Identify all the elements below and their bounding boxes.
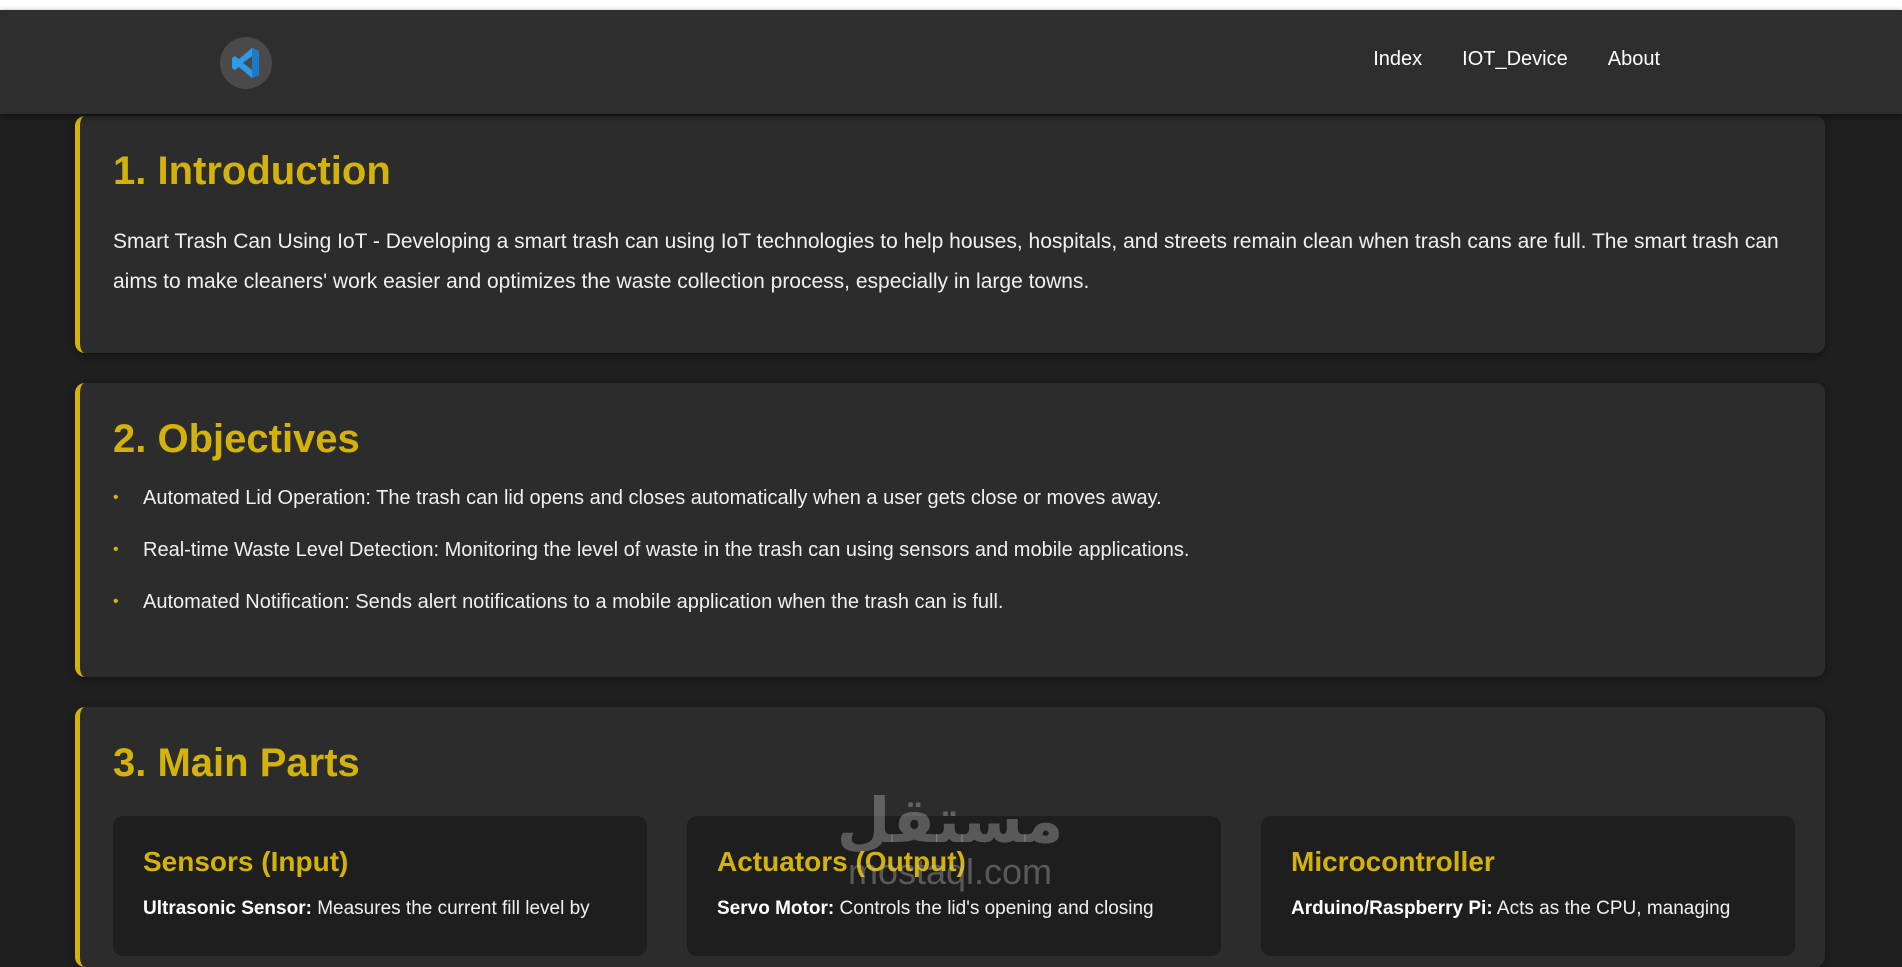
part-card-text: Servo Motor: Controls the lid's opening … xyxy=(717,898,1191,920)
introduction-section: 1. Introduction Smart Trash Can Using Io… xyxy=(75,116,1825,353)
list-item: • Real-time Waste Level Detection: Monito… xyxy=(113,538,1785,562)
part-term: Servo Motor: xyxy=(717,898,835,919)
nav-link-index[interactable]: Index xyxy=(1373,48,1422,71)
part-desc: Controls the lid's opening and closing xyxy=(839,898,1154,919)
introduction-heading: 1. Introduction xyxy=(113,149,391,193)
part-card-text: Arduino/Raspberry Pi: Acts as the CPU, m… xyxy=(1291,898,1765,920)
part-desc: Acts as the CPU, managing xyxy=(1496,898,1731,919)
objective-text: Real-time Waste Level Detection: Monitor… xyxy=(143,539,1190,561)
objective-text: Automated Notification: Sends alert noti… xyxy=(143,591,1004,613)
list-item: • Automated Lid Operation: The trash can … xyxy=(113,486,1785,510)
bullet-icon: • xyxy=(113,489,119,506)
objectives-list: • Automated Lid Operation: The trash can … xyxy=(113,486,1785,614)
objective-text: Automated Lid Operation: The trash can l… xyxy=(143,487,1162,509)
part-card-microcontroller: Microcontroller Arduino/Raspberry Pi: Ac… xyxy=(1261,816,1795,956)
main-nav: Index IOT_Device About xyxy=(1373,48,1660,71)
part-desc: Measures the current fill level by xyxy=(317,898,590,919)
navbar: Index IOT_Device About xyxy=(0,10,1902,114)
part-term: Arduino/Raspberry Pi: xyxy=(1291,898,1493,919)
main-parts-heading: 3. Main Parts xyxy=(113,741,360,785)
objectives-section: 2. Objectives • Automated Lid Operation: … xyxy=(75,383,1825,677)
part-term: Ultrasonic Sensor: xyxy=(143,898,312,919)
part-card-title: Actuators (Output) xyxy=(717,846,966,877)
bullet-icon: • xyxy=(113,593,119,610)
part-card-sensors: Sensors (Input) Ultrasonic Sensor: Measu… xyxy=(113,816,647,956)
nav-link-about[interactable]: About xyxy=(1608,48,1660,71)
list-item: • Automated Notification: Sends alert not… xyxy=(113,590,1785,614)
part-card-title: Microcontroller xyxy=(1291,846,1495,877)
parts-grid: Sensors (Input) Ultrasonic Sensor: Measu… xyxy=(113,816,1795,956)
objectives-heading: 2. Objectives xyxy=(113,417,360,461)
browser-top-strip xyxy=(0,0,1902,10)
vscode-logo-icon[interactable] xyxy=(220,37,272,89)
part-card-title: Sensors (Input) xyxy=(143,846,349,877)
main-parts-section: 3. Main Parts Sensors (Input) Ultrasonic… xyxy=(75,707,1825,967)
nav-link-iot-device[interactable]: IOT_Device xyxy=(1462,48,1568,71)
introduction-text: Smart Trash Can Using IoT - Developing a… xyxy=(113,230,1779,293)
part-card-actuators: Actuators (Output) Servo Motor: Controls… xyxy=(687,816,1221,956)
bullet-icon: • xyxy=(113,541,119,558)
part-card-text: Ultrasonic Sensor: Measures the current … xyxy=(143,898,617,920)
